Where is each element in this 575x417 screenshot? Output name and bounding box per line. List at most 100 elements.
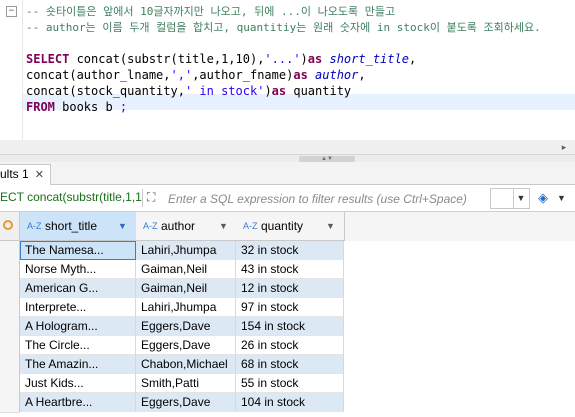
cell-short-title[interactable]: The Namesa... [20,241,136,260]
code-token: ) [264,84,272,98]
cell-short-title[interactable]: A Hologram... [20,317,136,336]
table-row[interactable]: Norse Myth... Gaiman,Neil 43 in stock [0,260,575,280]
cell-quantity[interactable]: 97 in stock [236,298,344,317]
chevron-down-icon[interactable]: ▼ [557,189,567,207]
code-token: concat(stock_quantity, [26,84,185,98]
close-icon[interactable]: ✕ [35,169,44,181]
row-header[interactable] [0,374,20,394]
cell-short-title[interactable]: The Amazin... [20,355,136,374]
code-token: '...' [264,52,301,66]
row-header[interactable] [0,279,20,299]
cell-author[interactable]: Eggers,Dave [136,393,236,412]
cell-author[interactable]: Gaiman,Neil [136,279,236,298]
sql-editor[interactable]: − -- 숏타이틀은 앞에서 10글자까지만 나오고, 뒤에 ...이 나오도록… [0,0,575,140]
column-header-author[interactable]: A-Z author ▼ [136,212,237,241]
cell-quantity[interactable]: 43 in stock [236,260,344,279]
code-line[interactable]: SELECT concat(substr(title,1,10),'...')a… [26,51,541,67]
cell-quantity[interactable]: 12 in stock [236,279,344,298]
table-row[interactable]: The Amazin... Chabon,Michael 68 in stock [0,355,575,375]
row-header[interactable] [0,260,20,280]
results-grid[interactable]: A-Z short_title ▼ A-Z author ▼ A-Z quant… [0,212,575,417]
row-header[interactable] [0,355,20,375]
cell-short-title[interactable]: A Heartbre... [20,393,136,412]
code-token: as [307,52,330,66]
code-line[interactable]: -- 숏타이틀은 앞에서 10글자까지만 나오고, 뒤에 ...이 나오도록 만… [26,3,541,19]
eraser-icon[interactable]: ◈ [538,189,556,207]
editor-horizontal-scrollbar[interactable]: ▸ [0,140,575,154]
code-line[interactable]: FROM books b ; [26,99,541,115]
cell-quantity[interactable]: 55 in stock [236,374,344,393]
cell-quantity[interactable]: 104 in stock [236,393,344,412]
fold-toggle-icon[interactable]: − [6,6,17,17]
row-header[interactable] [0,336,20,356]
expand-icon[interactable]: ⛶ [147,190,161,204]
tab-label: ults 1 [0,167,29,181]
code-token: ' in stock' [184,84,265,98]
cell-quantity[interactable]: 154 in stock [236,317,344,336]
code-token: ,author_fname) [192,68,294,82]
cell-short-title[interactable]: American G... [20,279,136,298]
cell-author[interactable]: Chabon,Michael [136,355,236,374]
column-header-quantity[interactable]: A-Z quantity ▼ [236,212,345,241]
cell-author[interactable]: Eggers,Dave [136,317,236,336]
results-tabbar: ults 1 ✕ [0,162,575,185]
string-type-icon: A-Z [27,221,42,231]
cell-quantity[interactable]: 32 in stock [236,241,344,260]
table-row[interactable]: The Circle... Eggers,Dave 26 in stock [0,336,575,356]
row-header[interactable] [0,298,20,318]
cell-quantity[interactable]: 68 in stock [236,355,344,374]
grid-corner[interactable] [0,212,20,241]
row-header[interactable] [0,393,20,413]
cell-author[interactable]: Lahiri,Jhumpa [136,298,236,317]
code-token: , [408,52,417,66]
code-token: short_title [329,52,409,66]
row-header[interactable] [0,241,20,261]
column-name: quantity [261,219,304,233]
code-token: as [271,84,294,98]
column-name: short_title [45,219,98,233]
code-line[interactable]: concat(author_lname,',',author_fname)as … [26,67,541,83]
code-token: ',' [170,68,193,82]
code-token: books b [62,100,120,114]
filter-bar: ECT concat(substr(title,1,1 ⛶ ▼ ◈ ▼ [0,185,575,212]
sql-code[interactable]: -- 숏타이틀은 앞에서 10글자까지만 나오고, 뒤에 ...이 나오도록 만… [26,3,541,115]
code-line[interactable]: -- author는 이름 두개 컬럼을 합치고, quantitiy는 원래 … [26,19,541,35]
row-header[interactable] [0,317,20,337]
string-type-icon: A-Z [243,221,258,231]
code-token: as [293,68,316,82]
code-token: FROM [26,100,63,114]
cell-quantity[interactable]: 26 in stock [236,336,344,355]
filter-history-dropdown[interactable]: ▼ [490,188,530,209]
cell-author[interactable]: Gaiman,Neil [136,260,236,279]
scroll-right-icon[interactable]: ▸ [557,140,571,154]
filter-input[interactable] [166,188,496,209]
cell-author[interactable]: Eggers,Dave [136,336,236,355]
grid-header: A-Z short_title ▼ A-Z author ▼ A-Z quant… [0,212,575,241]
table-row[interactable]: Interprete... Lahiri,Jhumpa 97 in stock [0,298,575,318]
cell-short-title[interactable]: Just Kids... [20,374,136,393]
cell-short-title[interactable]: Interprete... [20,298,136,317]
chevron-down-icon[interactable]: ▼ [513,189,528,208]
cell-author[interactable]: Smith,Patti [136,374,236,393]
tab-results-1[interactable]: ults 1 ✕ [0,164,51,185]
sort-dropdown-icon[interactable]: ▼ [118,221,127,231]
column-header-short-title[interactable]: A-Z short_title ▼ [20,212,137,241]
code-line[interactable] [26,35,541,51]
code-token: ; [119,100,128,114]
code-token: concat(author_lname, [26,68,171,82]
sort-dropdown-icon[interactable]: ▼ [219,221,228,231]
code-token: SELECT [26,52,77,66]
record-mode-icon [3,220,13,230]
sort-dropdown-icon[interactable]: ▼ [326,221,335,231]
cell-short-title[interactable]: The Circle... [20,336,136,355]
table-row[interactable]: A Heartbre... Eggers,Dave 104 in stock [0,393,575,413]
cell-short-title[interactable]: Norse Myth... [20,260,136,279]
string-type-icon: A-Z [143,221,158,231]
code-line[interactable]: concat(stock_quantity,' in stock')as qua… [26,83,541,99]
cell-author[interactable]: Lahiri,Jhumpa [136,241,236,260]
table-row[interactable]: A Hologram... Eggers,Dave 154 in stock [0,317,575,337]
code-token: -- 숏타이틀은 앞에서 10글자까지만 나오고, 뒤에 ...이 나오도록 만… [26,5,396,18]
table-row[interactable]: The Namesa... Lahiri,Jhumpa 32 in stock [0,241,575,261]
table-row[interactable]: Just Kids... Smith,Patti 55 in stock [0,374,575,394]
table-row[interactable]: American G... Gaiman,Neil 12 in stock [0,279,575,299]
